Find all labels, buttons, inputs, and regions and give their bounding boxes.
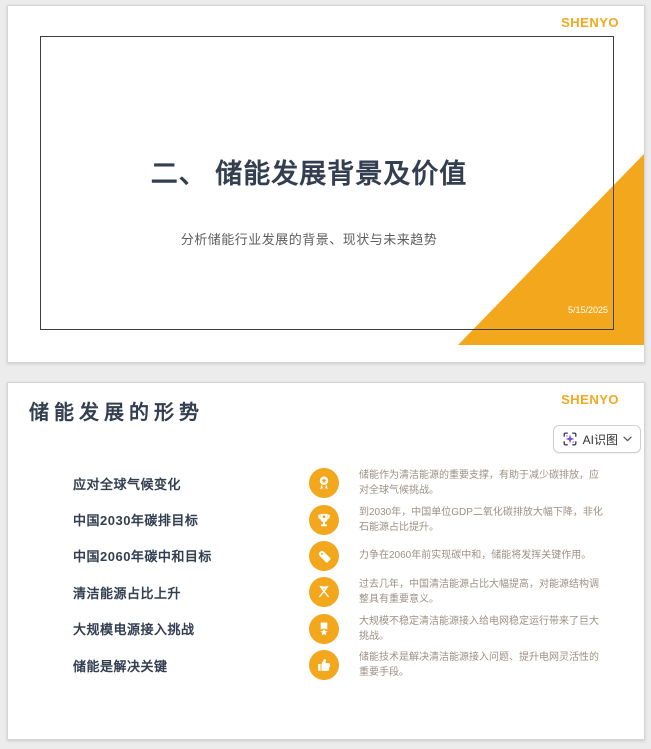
slide-date: 5/15/2025 [567,305,608,315]
chevron-down-icon[interactable] [623,436,632,442]
list-item: 应对全球气候变化 储能作为清洁能源的重要支撑，有助于减少碳排放，应对全球气候挑战… [8,465,644,501]
item-label: 应对全球气候变化 [73,476,182,492]
section-title: 二、 储能发展背景及价值 [150,159,468,189]
list-item: 中国2060年碳中和目标 力争在2060年前实现碳中和，储能将发挥关键作用。 [8,538,644,574]
item-description: 到2030年，中国单位GDP二氧化碳排放大幅下降，非化石能源占比提升。 [359,506,603,533]
list-item: 中国2030年碳排目标 到2030年，中国单位GDP二氧化碳排放大幅下降，非化石… [8,501,644,537]
item-description: 大规模不稳定清洁能源接入给电网稳定运行带来了巨大挑战。 [359,615,599,642]
tag-icon [309,540,339,571]
item-description: 储能技术是解决清洁能源接入问题、提升电网灵活性的重要手段。 [359,652,599,679]
section-subtitle: 分析储能行业发展的背景、现状与未来趋势 [180,232,438,247]
list-item: 清洁能源占比上升 过去几年，中国清洁能源占比大幅提高，对能源结构调整具有重要意义… [8,574,644,610]
item-label: 中国2060年碳中和目标 [73,549,212,565]
shenyo-logo: SHENYO [561,15,619,30]
item-label: 储能是解决关键 [73,658,168,674]
crossed-flags-icon [309,577,339,608]
list-item: 大规模电源接入挑战 大规模不稳定清洁能源接入给电网稳定运行带来了巨大挑战。 [8,611,644,647]
list-item: 储能是解决关键 储能技术是解决清洁能源接入问题、提升电网灵活性的重要手段。 [8,647,644,683]
medal-star-icon [309,613,339,644]
item-description: 力争在2060年前实现碳中和，储能将发挥关键作用。 [359,550,592,562]
thumbs-up-icon [309,650,339,681]
ai-button-label: AI识图 [582,432,618,447]
item-label: 清洁能源占比上升 [73,585,182,601]
trophy-icon [309,504,339,535]
ai-scan-sparkle-icon [562,431,578,447]
ai-recognize-button[interactable]: AI识图 [552,425,641,453]
feature-list: 应对全球气候变化 储能作为清洁能源的重要支撑，有助于减少碳排放，应对全球气候挑战… [8,465,644,683]
item-description: 储能作为清洁能源的重要支撑，有助于减少碳排放，应对全球气候挑战。 [359,470,599,497]
item-label: 中国2030年碳排目标 [73,513,199,529]
page-title: 储能发展的形势 [29,402,204,424]
award-ribbon-icon [309,468,339,499]
shenyo-logo: SHENYO [561,392,619,407]
slide-1[interactable]: SHENYO 二、 储能发展背景及价值 分析储能行业发展的背景、现状与未来趋势 … [7,5,645,363]
item-description: 过去几年，中国清洁能源占比大幅提高，对能源结构调整具有重要意义。 [359,579,599,606]
item-label: 大规模电源接入挑战 [73,622,195,638]
slide-2[interactable]: SHENYO 储能发展的形势 AI识图 应对全球气候变化 储能作为清洁能源的重要… [7,382,645,740]
